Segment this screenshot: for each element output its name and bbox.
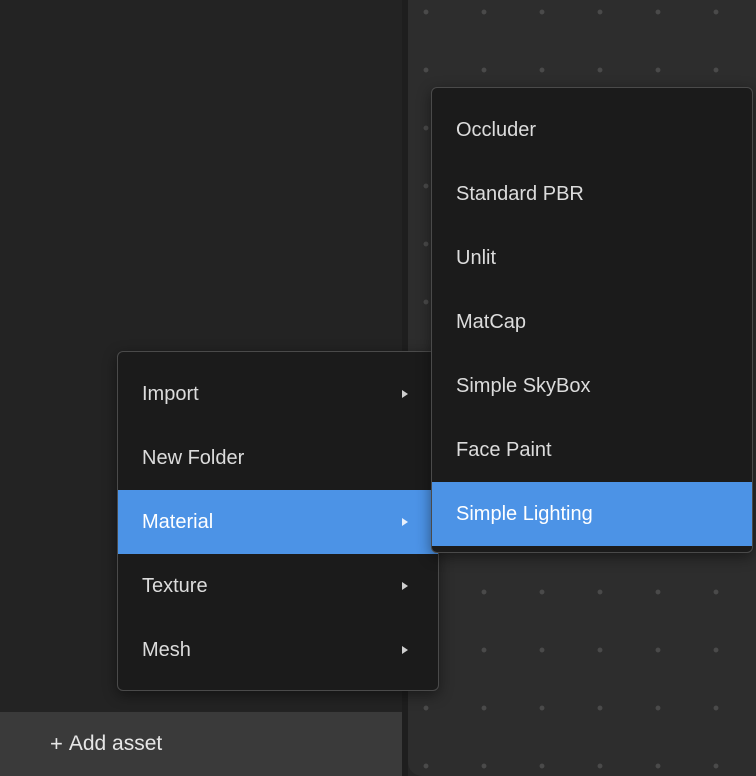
- editor-window: + Add asset Import New Folder Material T…: [0, 0, 756, 776]
- submenu-item-label: Simple SkyBox: [456, 374, 591, 397]
- menu-item-import[interactable]: Import: [118, 362, 438, 426]
- submenu-item-unlit[interactable]: Unlit: [432, 226, 752, 290]
- submenu-item-label: Unlit: [456, 246, 497, 269]
- menu-item-label: Material: [142, 510, 214, 533]
- plus-icon: +: [50, 731, 63, 756]
- menu-item-new-folder[interactable]: New Folder: [118, 426, 438, 490]
- menu-item-mesh[interactable]: Mesh: [118, 618, 438, 682]
- submenu-item-label: Simple Lighting: [456, 502, 593, 525]
- submenu-item-simple-lighting[interactable]: Simple Lighting: [432, 482, 752, 546]
- add-asset-label: Add asset: [68, 732, 163, 755]
- submenu-item-occluder[interactable]: Occluder: [432, 98, 752, 162]
- menu-item-label: Import: [142, 382, 199, 405]
- submenu-item-matcap[interactable]: MatCap: [432, 290, 752, 354]
- menu-item-label: Mesh: [142, 638, 191, 661]
- submenu-item-standard-pbr[interactable]: Standard PBR: [432, 162, 752, 226]
- chevron-right-icon: [402, 390, 408, 398]
- menu-item-texture[interactable]: Texture: [118, 554, 438, 618]
- add-asset-menu: Import New Folder Material Texture Mesh: [117, 351, 439, 691]
- submenu-item-simple-skybox[interactable]: Simple SkyBox: [432, 354, 752, 418]
- submenu-item-label: Occluder: [456, 118, 537, 141]
- chevron-right-icon: [402, 518, 408, 526]
- chevron-right-icon: [402, 646, 408, 654]
- submenu-item-label: Face Paint: [456, 438, 552, 461]
- submenu-item-face-paint[interactable]: Face Paint: [432, 418, 752, 482]
- material-submenu: Occluder Standard PBR Unlit MatCap Simpl…: [431, 87, 753, 553]
- submenu-item-label: Standard PBR: [456, 182, 584, 205]
- add-asset-button[interactable]: + Add asset: [0, 712, 402, 776]
- menu-item-label: Texture: [142, 574, 208, 597]
- chevron-right-icon: [402, 582, 408, 590]
- menu-item-label: New Folder: [142, 446, 245, 469]
- submenu-item-label: MatCap: [456, 310, 527, 333]
- menu-item-material[interactable]: Material: [118, 490, 438, 554]
